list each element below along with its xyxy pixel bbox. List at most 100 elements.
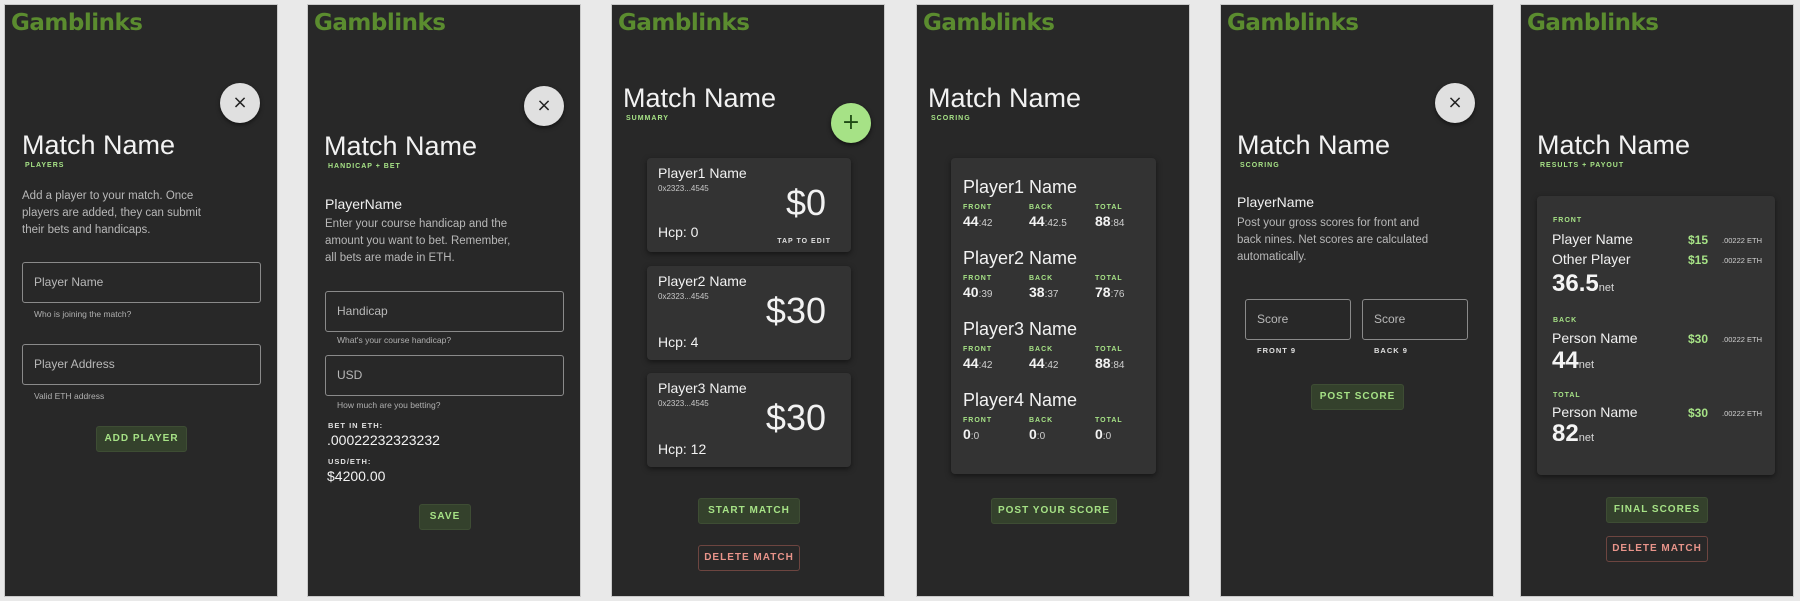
back-nine-score-field[interactable]: Score — [1362, 299, 1468, 340]
brand-logo: Gamblinks — [1227, 10, 1359, 36]
player-name: Player1 Name — [963, 177, 1078, 197]
post-score-button[interactable]: POST SCORE — [1311, 384, 1404, 410]
front-section-label: FRONT — [1553, 217, 1583, 224]
results-screen: Gamblinks Match Name RESULTS + PAYOUT FR… — [1520, 4, 1794, 597]
close-button[interactable]: × — [220, 83, 260, 123]
page-title: Match Name — [324, 131, 478, 161]
back-label: BACK — [1029, 346, 1054, 353]
brand-logo: Gamblinks — [1527, 10, 1659, 36]
post-your-score-button[interactable]: POST YOUR SCORE — [991, 498, 1117, 524]
net-score: 44net — [1552, 347, 1594, 374]
player-card[interactable]: Player3 Name 0x2323...4545 $30 Hcp: 12 — [647, 373, 851, 467]
back-label: BACK — [1029, 417, 1054, 424]
results-card: FRONT Player Name $15 .00222 ETH Other P… — [1537, 196, 1775, 475]
player-name: Player3 Name — [963, 319, 1078, 339]
player-address: 0x2323...4545 — [658, 292, 709, 301]
start-match-button[interactable]: START MATCH — [698, 498, 800, 524]
delete-match-button[interactable]: DELETE MATCH — [1606, 536, 1708, 562]
bet-eth-label: BET IN ETH: — [328, 421, 384, 430]
page-subtitle: RESULTS + PAYOUT — [1540, 162, 1625, 169]
summary-screen: Gamblinks Match Name SUMMARY + Player1 N… — [611, 4, 885, 597]
front-label: FRONT — [963, 275, 993, 282]
usd-field[interactable]: USD — [325, 355, 564, 396]
save-button[interactable]: SAVE — [419, 504, 471, 530]
payout-amount: $15 — [1688, 233, 1709, 247]
player-card[interactable]: Player2 Name 0x2323...4545 $30 Hcp: 4 — [647, 266, 851, 360]
close-button[interactable]: × — [1435, 83, 1475, 123]
brand-logo: Gamblinks — [11, 10, 143, 36]
front-score: 44:42 — [963, 355, 993, 371]
net-score: 82net — [1552, 420, 1594, 447]
payout-eth: .00222 ETH — [1722, 236, 1763, 245]
player-card[interactable]: Player1 Name 0x2323...4545 $0 Hcp: 0 TAP… — [647, 158, 851, 252]
player-name: Player4 Name — [963, 390, 1078, 410]
winner-name: Player Name — [1552, 231, 1633, 247]
front-label: FRONT — [963, 417, 993, 424]
player-name-field[interactable]: Player Name — [22, 262, 261, 303]
front-score: 44:42 — [963, 213, 993, 229]
total-score: 0:0 — [1095, 426, 1112, 442]
player-name: Player2 Name — [658, 273, 747, 289]
handicap-hint: What's your course handicap? — [337, 335, 452, 345]
winner-name: Person Name — [1552, 404, 1638, 420]
page-title: Match Name — [1237, 130, 1391, 160]
intro-text: Add a player to your match. Once players… — [22, 190, 201, 236]
front-label: FRONT — [963, 204, 993, 211]
total-score: 88:84 — [1095, 355, 1125, 371]
handicap-field[interactable]: Handicap — [325, 291, 564, 332]
back-label: BACK — [1029, 204, 1054, 211]
bet-eth-value: .00022232323232 — [327, 432, 440, 448]
back-label: BACK — [1029, 275, 1054, 282]
back-nine-label: BACK 9 — [1374, 346, 1408, 355]
back-score: 38:37 — [1029, 284, 1059, 300]
player-name: PlayerName — [1237, 194, 1315, 210]
final-scores-button[interactable]: FINAL SCORES — [1606, 497, 1708, 523]
front-score: 40:39 — [963, 284, 993, 300]
front-score: 0:0 — [963, 426, 980, 442]
player-address-hint: Valid ETH address — [34, 391, 105, 401]
close-button[interactable]: × — [524, 86, 564, 126]
usd-hint: How much are you betting? — [337, 400, 441, 410]
total-label: TOTAL — [1095, 346, 1123, 353]
handicap-screen: Gamblinks × Match Name HANDICAP + BET Pl… — [307, 4, 581, 597]
front-nine-score-field[interactable]: Score — [1245, 299, 1351, 340]
player-address-field[interactable]: Player Address — [22, 344, 261, 385]
player-name-hint: Who is joining the match? — [34, 309, 132, 319]
winner-name: Person Name — [1552, 330, 1638, 346]
tap-to-edit-label: TAP TO EDIT — [777, 238, 831, 245]
front-nine-label: FRONT 9 — [1257, 346, 1297, 355]
post-score-screen: Gamblinks × Match Name SCORING PlayerNam… — [1220, 4, 1494, 597]
player-name: Player3 Name — [658, 380, 747, 396]
brand-logo: Gamblinks — [314, 10, 446, 36]
payout-amount: $30 — [1688, 332, 1709, 346]
bet-amount: $30 — [765, 290, 826, 331]
player-name: Player1 Name — [658, 165, 747, 181]
player-address: 0x2323...4545 — [658, 184, 709, 193]
payout-amount: $30 — [1688, 406, 1709, 420]
total-label: TOTAL — [1095, 204, 1123, 211]
payout-amount: $15 — [1688, 253, 1709, 267]
total-score: 88:84 — [1095, 213, 1125, 229]
net-score: 36.5net — [1552, 270, 1615, 297]
back-score: 44:42.5 — [1029, 213, 1067, 229]
players-screen: Gamblinks × Match Name PLAYERS Add a pla… — [4, 4, 278, 597]
player-handicap: Hcp: 4 — [658, 334, 699, 350]
scoring-screen: Gamblinks Match Name SCORING Player1 Nam… — [916, 4, 1190, 597]
back-score: 44:42 — [1029, 355, 1059, 371]
brand-logo: Gamblinks — [618, 10, 750, 36]
total-score: 78:76 — [1095, 284, 1125, 300]
page-subtitle: SUMMARY — [626, 115, 669, 122]
scores-card: Player1 Name FRONT BACK TOTAL 44:42 44:4… — [951, 158, 1156, 474]
page-title: Match Name — [623, 83, 777, 113]
add-player-button[interactable]: ADD PLAYER — [96, 426, 187, 452]
add-player-fab[interactable]: + — [831, 103, 871, 143]
bet-amount: $30 — [765, 397, 826, 438]
delete-match-button[interactable]: DELETE MATCH — [698, 545, 800, 571]
winner-name: Other Player — [1552, 251, 1631, 267]
page-title: Match Name — [928, 83, 1082, 113]
player-name: PlayerName — [325, 196, 403, 212]
intro-text: Post your gross scores for front and bac… — [1237, 217, 1429, 263]
total-label: TOTAL — [1095, 275, 1123, 282]
total-section-label: TOTAL — [1553, 392, 1581, 399]
page-title: Match Name — [22, 130, 176, 160]
